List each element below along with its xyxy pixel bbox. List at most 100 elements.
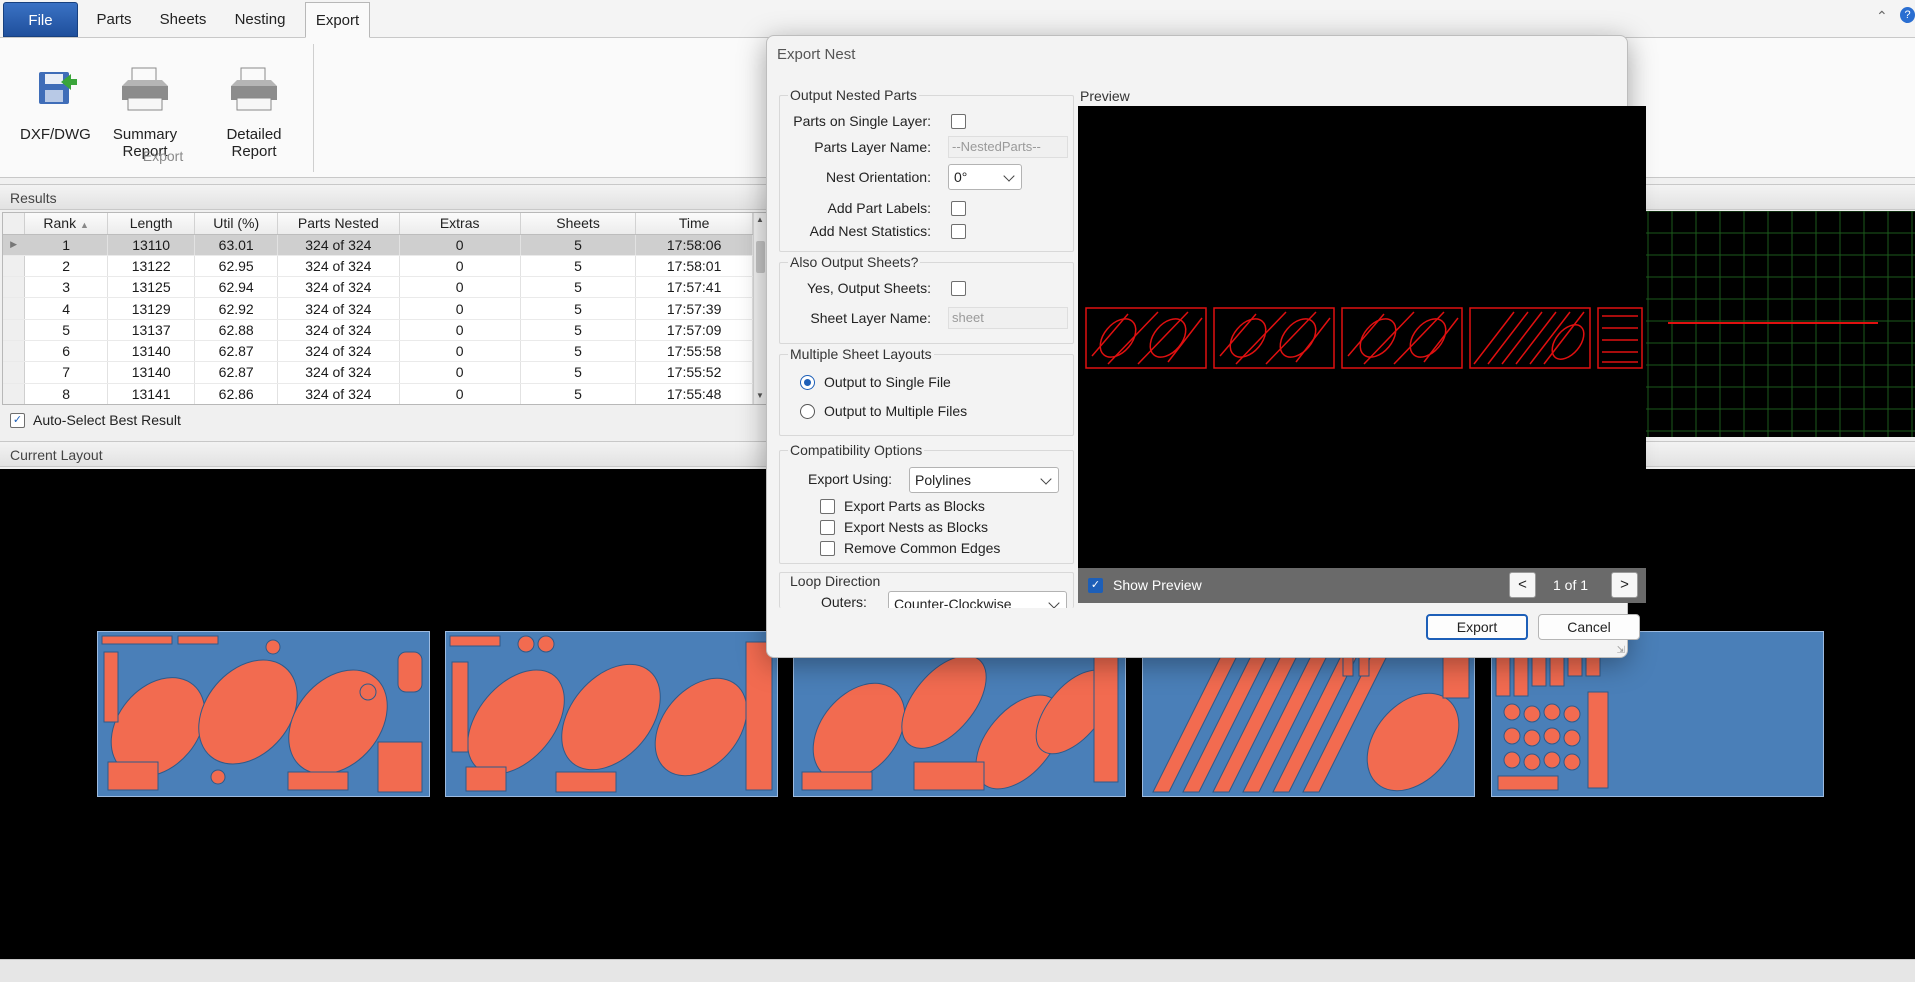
row-indicator[interactable] (3, 361, 26, 384)
auto-select-toggle[interactable]: ✓ Auto-Select Best Result (10, 412, 181, 428)
outers-select[interactable]: Counter-Clockwise (888, 591, 1067, 608)
nest-stats-label: Add Nest Statistics: (809, 223, 931, 239)
multiple-sheet-layouts-group: Multiple Sheet Layouts Output to Single … (779, 346, 1074, 436)
tab-file[interactable]: File (3, 2, 78, 37)
table-cell: 0 (399, 340, 521, 363)
table-row[interactable]: 2 13122 62.95 324 of 324 0 5 17:58:01 (3, 255, 753, 278)
output-sheets-label: Yes, Output Sheets: (806, 280, 931, 296)
table-cell: 17:55:52 (635, 361, 753, 384)
multiple-files-label: Output to Multiple Files (824, 403, 968, 419)
output-sheets-checkbox[interactable] (951, 281, 966, 296)
cancel-button[interactable]: Cancel (1538, 614, 1640, 640)
single-file-radio[interactable] (800, 375, 815, 390)
table-cell: 4 (24, 297, 109, 320)
row-indicator[interactable] (3, 276, 26, 299)
next-page-button[interactable]: > (1611, 572, 1638, 598)
col-length[interactable]: Length (107, 213, 196, 235)
col-util[interactable]: Util (%) (194, 213, 279, 235)
table-row[interactable]: ▶ 1 13110 63.01 324 of 324 0 5 17:58:06 (3, 234, 753, 256)
row-indicator[interactable] (3, 340, 26, 363)
part-labels-checkbox[interactable] (951, 201, 966, 216)
table-cell: 5 (520, 234, 637, 256)
tab-nesting[interactable]: Nesting (226, 2, 294, 37)
detailed-report-button[interactable]: Detailed Report (202, 62, 306, 160)
show-preview-checkbox[interactable]: ✓ (1088, 578, 1103, 593)
export-using-select[interactable]: Polylines (909, 467, 1059, 493)
loop-direction-legend: Loop Direction (788, 573, 883, 589)
nest-sheet-1[interactable] (97, 631, 430, 797)
table-row[interactable]: 5 13137 62.88 324 of 324 0 5 17:57:09 (3, 319, 753, 341)
tab-export[interactable]: Export (305, 2, 370, 38)
table-cell: 2 (24, 255, 109, 278)
prev-page-button[interactable]: < (1509, 572, 1536, 598)
row-indicator[interactable] (3, 383, 26, 404)
table-row[interactable]: 7 13140 62.87 324 of 324 0 5 17:55:52 (3, 361, 753, 384)
scroll-up-icon[interactable]: ▲ (756, 215, 764, 224)
remove-common-edges-checkbox[interactable] (820, 541, 835, 556)
outers-value: Counter-Clockwise (894, 596, 1012, 608)
nest-orientation-value: 0° (954, 169, 968, 185)
resize-grip-icon[interactable]: ⇲ (1617, 645, 1625, 656)
table-row[interactable]: 6 13140 62.87 324 of 324 0 5 17:55:58 (3, 340, 753, 363)
chevron-down-icon (1040, 473, 1052, 485)
scroll-down-icon[interactable]: ▼ (756, 391, 764, 400)
table-cell: 324 of 324 (277, 234, 400, 256)
row-indicator[interactable]: ▶ (3, 234, 26, 256)
table-cell: 0 (399, 234, 521, 256)
nest-sheet-2[interactable] (445, 631, 778, 797)
table-cell: 0 (399, 361, 521, 384)
table-row[interactable]: 3 13125 62.94 324 of 324 0 5 17:57:41 (3, 276, 753, 299)
dxf-dwg-button[interactable]: DXF/DWG (20, 62, 91, 143)
compatibility-options-group: Compatibility Options Export Using: Poly… (779, 442, 1074, 564)
table-cell: 7 (24, 361, 109, 384)
table-cell: 324 of 324 (277, 297, 400, 320)
single-layer-checkbox[interactable] (951, 114, 966, 129)
minimize-ribbon-icon[interactable]: ⌃ (1876, 8, 1888, 25)
table-cell: 324 of 324 (277, 276, 400, 299)
auto-select-checkbox[interactable]: ✓ (10, 412, 25, 428)
results-scrollbar[interactable]: ▲ ▼ (753, 213, 767, 404)
sheet-layer-name-field[interactable]: sheet (948, 307, 1068, 329)
col-extras[interactable]: Extras (399, 213, 521, 235)
floppy-export-icon (39, 72, 77, 104)
output-nested-parts-legend: Output Nested Parts (788, 87, 919, 103)
table-row[interactable]: 8 13141 62.86 324 of 324 0 5 17:55:48 (3, 383, 753, 404)
sheet-layer-name-label: Sheet Layer Name: (810, 310, 931, 326)
preview-panel: ✓ Show Preview < 1 of 1 > (1078, 106, 1648, 638)
col-parts-nested[interactable]: Parts Nested (277, 213, 400, 235)
parts-as-blocks-checkbox[interactable] (820, 499, 835, 514)
chevron-down-icon (1048, 597, 1060, 608)
col-sheets[interactable]: Sheets (520, 213, 637, 235)
auto-select-label: Auto-Select Best Result (33, 412, 181, 428)
show-preview-label: Show Preview (1113, 577, 1202, 593)
table-row[interactable]: 4 13129 62.92 324 of 324 0 5 17:57:39 (3, 297, 753, 320)
preview-canvas[interactable] (1078, 106, 1646, 568)
row-indicator[interactable] (3, 319, 26, 341)
table-cell: 1 (24, 234, 109, 256)
help-icon[interactable]: ? (1900, 7, 1915, 23)
row-indicator[interactable] (3, 297, 26, 320)
col-rank[interactable]: Rank ▲ (24, 213, 109, 235)
results-grid[interactable]: Rank ▲ Length Util (%) Parts Nested Extr… (2, 212, 768, 405)
tab-parts[interactable]: Parts (88, 2, 140, 37)
scroll-thumb[interactable] (756, 241, 765, 273)
outers-label: Outers: (821, 594, 867, 608)
tab-sheets[interactable]: Sheets (152, 2, 214, 37)
remove-common-edges-label: Remove Common Edges (844, 540, 1001, 556)
nest-orientation-select[interactable]: 0° (948, 164, 1022, 190)
table-cell: 62.95 (194, 255, 279, 278)
ribbon-group-separator (313, 44, 314, 172)
summary-report-button[interactable]: Summary Report (91, 62, 199, 160)
nests-as-blocks-checkbox[interactable] (820, 520, 835, 535)
single-file-label: Output to Single File (824, 374, 951, 390)
table-cell: 13141 (107, 383, 196, 404)
col-time[interactable]: Time (635, 213, 753, 235)
multiple-files-radio[interactable] (800, 404, 815, 419)
nest-sheet-parts (449, 635, 773, 793)
export-button[interactable]: Export (1426, 614, 1528, 640)
printer-icon (231, 67, 277, 111)
nest-stats-checkbox[interactable] (951, 224, 966, 239)
row-indicator[interactable] (3, 255, 26, 278)
parts-layer-name-field[interactable]: --NestedParts-- (948, 136, 1068, 158)
dialog-title: Export Nest (777, 46, 856, 63)
